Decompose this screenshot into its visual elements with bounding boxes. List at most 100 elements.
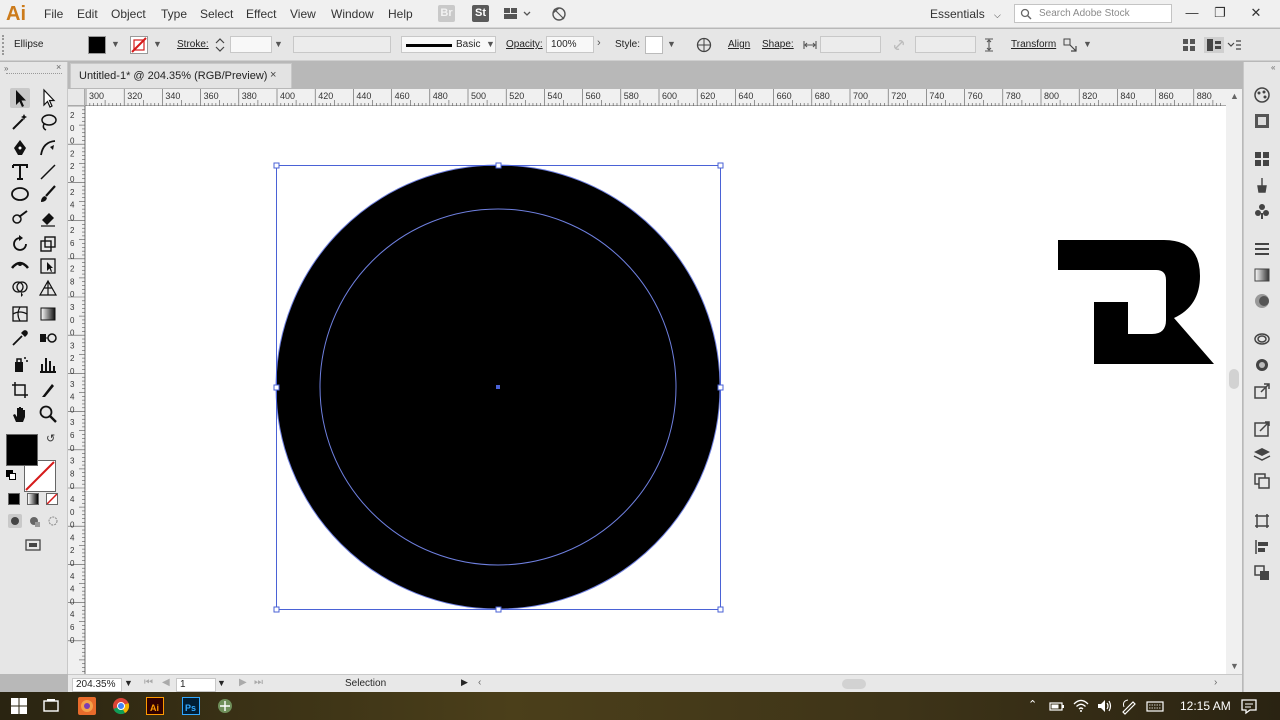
- panel-menu-icon[interactable]: [1226, 37, 1242, 53]
- show-hidden-icons-icon[interactable]: ⌃: [1028, 698, 1037, 711]
- shape-label[interactable]: Shape:: [762, 39, 794, 50]
- swatches-panel-icon[interactable]: [1253, 150, 1271, 168]
- scroll-up-icon[interactable]: ▲: [1230, 91, 1239, 101]
- handle-top-center[interactable]: [495, 162, 502, 169]
- menu-edit[interactable]: Edit: [77, 7, 98, 21]
- pathfinder-panel-icon[interactable]: [1253, 564, 1271, 582]
- scroll-right-icon[interactable]: ›: [1214, 677, 1217, 688]
- scroll-down-icon[interactable]: ▼: [1230, 661, 1239, 671]
- brush-definition[interactable]: Basic: [401, 36, 496, 53]
- close-button[interactable]: ✕: [1244, 3, 1268, 23]
- menu-window[interactable]: Window: [331, 7, 374, 21]
- menu-help[interactable]: Help: [388, 7, 413, 21]
- width-tool-icon[interactable]: [10, 256, 30, 276]
- change-screen-mode-icon[interactable]: [22, 538, 44, 552]
- chevron-down-icon[interactable]: ▼: [667, 39, 676, 49]
- menu-effect[interactable]: Effect: [246, 7, 276, 21]
- chevron-right-icon[interactable]: ›: [597, 37, 601, 49]
- selection-tool-icon[interactable]: [10, 88, 30, 108]
- handle-bottom-center[interactable]: [495, 606, 502, 613]
- chevron-down-icon[interactable]: ▼: [217, 678, 226, 688]
- scroll-left-icon[interactable]: ‹: [478, 677, 481, 688]
- gpu-performance-icon[interactable]: [550, 5, 567, 22]
- eyedropper-tool-icon[interactable]: [10, 328, 30, 348]
- brushes-panel-icon[interactable]: [1253, 176, 1271, 194]
- r-logo-artwork[interactable]: [1058, 240, 1214, 364]
- transparency-panel-icon[interactable]: [1253, 292, 1271, 310]
- curvature-tool-icon[interactable]: [38, 138, 58, 158]
- stroke-weight-field[interactable]: [230, 36, 272, 53]
- minimize-button[interactable]: —: [1180, 3, 1204, 23]
- type-tool-icon[interactable]: [10, 162, 30, 182]
- swap-fill-stroke-icon[interactable]: ↺: [46, 432, 55, 445]
- shape-height-field[interactable]: [915, 36, 976, 53]
- isolate-object-icon[interactable]: [1181, 37, 1197, 53]
- taskbar-clock[interactable]: 12:15 AM: [1180, 699, 1231, 713]
- chevron-down-icon[interactable]: ▼: [111, 39, 120, 49]
- close-document-icon[interactable]: ×: [270, 69, 276, 81]
- transform-label[interactable]: Transform: [1011, 39, 1056, 50]
- free-transform-tool-icon[interactable]: [38, 256, 58, 276]
- volume-icon[interactable]: [1096, 697, 1114, 715]
- workspace-switcher[interactable]: Essentials ⌵: [930, 7, 1001, 21]
- magic-wand-tool-icon[interactable]: [10, 112, 30, 132]
- color-mode-icon[interactable]: [8, 493, 20, 505]
- transform-options-icon[interactable]: [1062, 37, 1078, 53]
- column-graph-tool-icon[interactable]: [38, 354, 58, 374]
- draw-behind-icon[interactable]: [27, 514, 41, 528]
- chevron-down-icon[interactable]: ▼: [486, 39, 495, 49]
- handle-middle-right[interactable]: [717, 384, 724, 391]
- restore-button[interactable]: ❐: [1208, 3, 1232, 23]
- close-panel-icon[interactable]: ×: [56, 62, 61, 72]
- transform-panel-icon[interactable]: [1253, 512, 1271, 530]
- opacity-field[interactable]: 100%: [546, 36, 594, 53]
- menu-select[interactable]: Select: [200, 7, 233, 21]
- menu-object[interactable]: Object: [111, 7, 146, 21]
- perspective-grid-tool-icon[interactable]: [38, 278, 58, 298]
- last-artboard-icon[interactable]: ⏭: [254, 677, 263, 688]
- gradient-tool-icon[interactable]: [38, 304, 58, 324]
- ruler-origin[interactable]: [68, 89, 85, 106]
- vertical-ruler[interactable]: 2 0 0 2 2 0 2 4 0 2 6 0 2 8 0 3 0 0 3 2 0 3 4 0 3 6 0 3 8 0 4 0 0 4 2 0 4 4 0 4…: [68, 106, 85, 674]
- pen-tool-icon[interactable]: [10, 138, 30, 158]
- chevron-down-icon[interactable]: ▼: [274, 39, 283, 49]
- previous-artboard-icon[interactable]: ◀: [162, 677, 170, 688]
- bridge-button[interactable]: Br: [438, 5, 455, 22]
- chevron-down-icon[interactable]: ▼: [1083, 39, 1092, 49]
- stroke-panel-icon[interactable]: [1253, 240, 1271, 258]
- task-view-icon[interactable]: [42, 697, 60, 715]
- artboard-canvas[interactable]: [86, 106, 1226, 674]
- stroke-label[interactable]: Stroke:: [177, 39, 209, 50]
- shaper-tool-icon[interactable]: [10, 208, 30, 228]
- network-app-icon[interactable]: [216, 697, 234, 715]
- firefox-icon[interactable]: [78, 697, 96, 715]
- notification-center-icon[interactable]: [1240, 697, 1258, 715]
- default-fill-stroke-icon[interactable]: [6, 470, 16, 480]
- grip-handle[interactable]: [2, 35, 6, 55]
- blend-tool-icon[interactable]: [38, 328, 58, 348]
- graphic-style-swatch[interactable]: [645, 36, 663, 54]
- align-label[interactable]: Align: [728, 39, 750, 50]
- stepper-icon[interactable]: [212, 37, 228, 53]
- photoshop-taskbar-icon[interactable]: Ps: [182, 697, 200, 715]
- paintbrush-tool-icon[interactable]: [38, 184, 58, 204]
- align-panel-icon[interactable]: [1253, 538, 1271, 556]
- document-tab[interactable]: Untitled-1* @ 204.35% (RGB/Preview) ×: [70, 63, 292, 88]
- search-adobe-stock-input[interactable]: Search Adobe Stock: [1014, 4, 1172, 23]
- handle-bottom-left[interactable]: [273, 606, 280, 613]
- layers-panel-icon[interactable]: [1253, 446, 1271, 464]
- color-panel-icon[interactable]: [1253, 86, 1271, 104]
- line-segment-tool-icon[interactable]: [38, 162, 58, 182]
- wifi-icon[interactable]: [1072, 697, 1090, 715]
- stock-button[interactable]: St: [472, 5, 489, 22]
- ellipse-tool-icon[interactable]: [10, 184, 30, 204]
- handle-middle-left[interactable]: [273, 384, 280, 391]
- slice-tool-icon[interactable]: [38, 380, 58, 400]
- artboard-tool-icon[interactable]: [10, 380, 30, 400]
- vertical-scroll-thumb[interactable]: [1229, 369, 1239, 389]
- eraser-tool-icon[interactable]: [38, 208, 58, 228]
- next-artboard-icon[interactable]: ▶: [239, 677, 247, 688]
- variable-width-profile[interactable]: [293, 36, 391, 53]
- handle-bottom-right[interactable]: [717, 606, 724, 613]
- shape-builder-tool-icon[interactable]: [10, 278, 30, 298]
